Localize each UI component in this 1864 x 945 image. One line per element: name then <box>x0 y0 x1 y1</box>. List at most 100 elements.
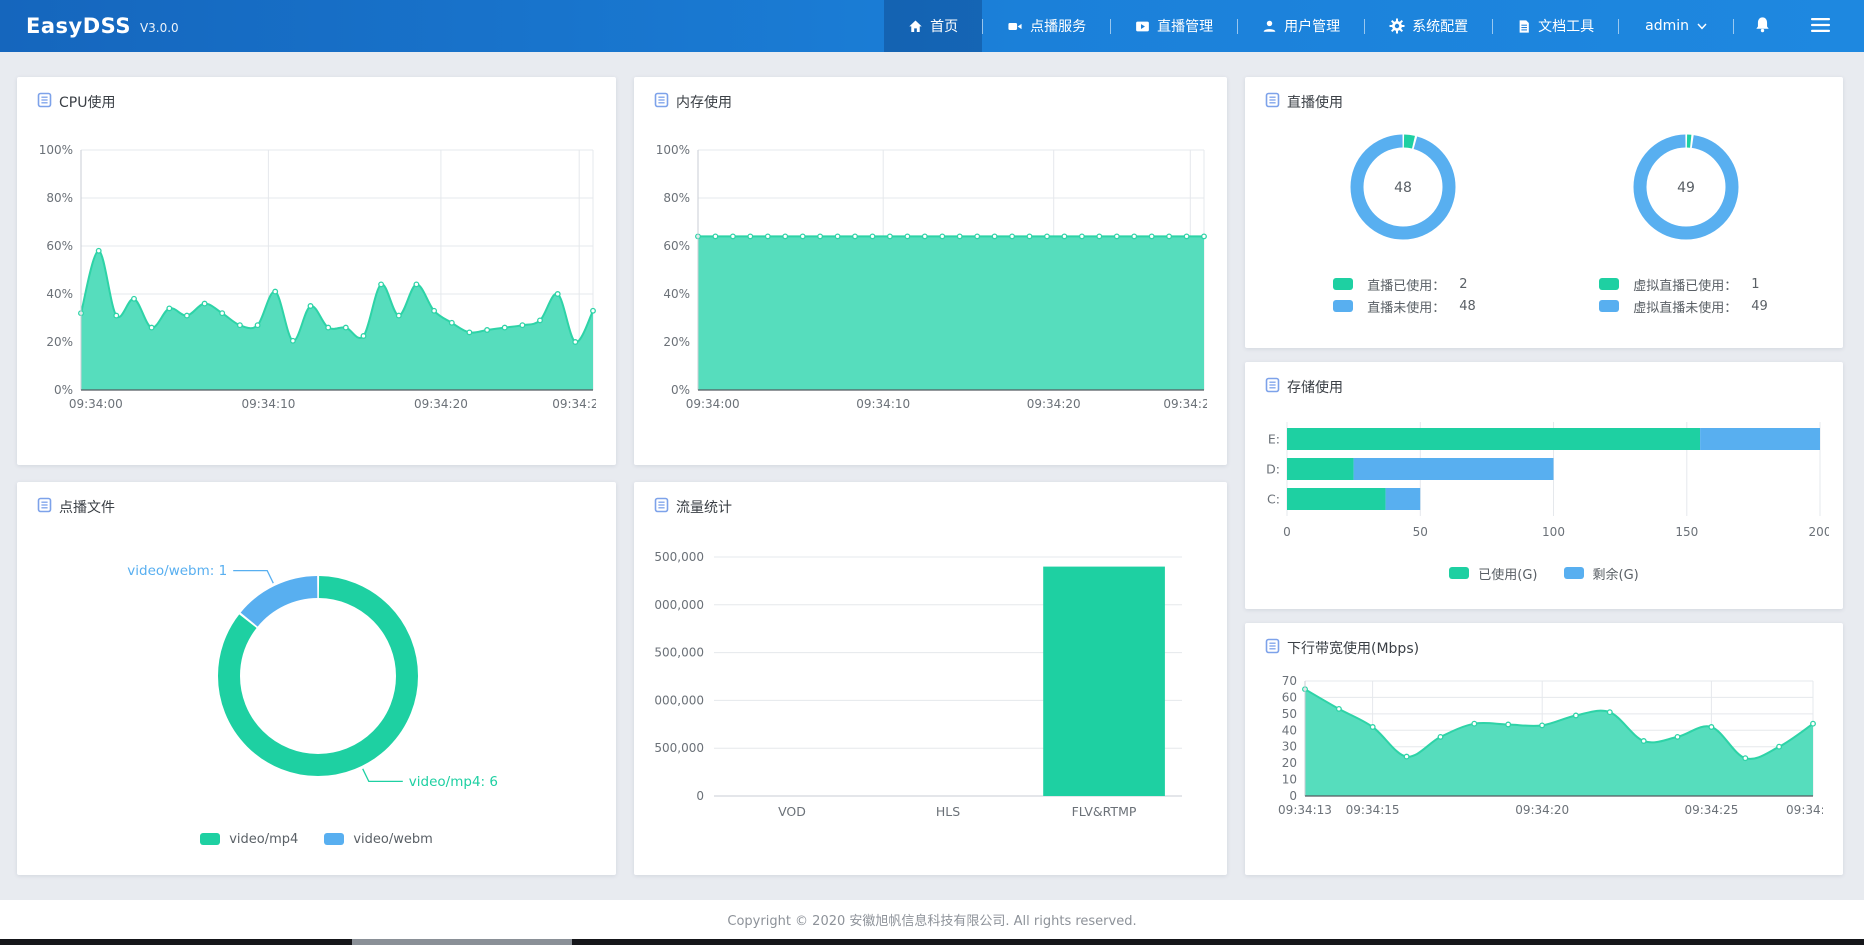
svg-text:video/webm: 1: video/webm: 1 <box>127 563 227 579</box>
legend-item: 虚拟直播未使用： 49 <box>1599 295 1768 317</box>
panel-title-live: 直播使用 <box>1265 93 1823 111</box>
panel-title-text: 流量统计 <box>676 497 732 517</box>
panel-title-memory: 内存使用 <box>654 93 1207 111</box>
memory-usage-panel: 内存使用 0%20%40%60%80%100%09:34:0009:34:100… <box>634 77 1227 465</box>
nav-label: 直播管理 <box>1157 16 1213 36</box>
panel-title-text: 存储使用 <box>1287 377 1343 397</box>
cpu-usage-panel: CPU使用 0%20%40%60%80%100%09:34:0009:34:10… <box>17 77 616 465</box>
copyright-text: Copyright © 2020 安徽旭帆信息科技有限公司. All right… <box>727 910 1136 929</box>
list-doc-icon <box>654 497 669 517</box>
svg-text:50: 50 <box>1413 525 1428 539</box>
legend-swatch <box>1564 567 1584 579</box>
storage-usage-panel: 存储使用 050100150200E:D:C: 已使用(G) 剩余(G) <box>1245 362 1843 609</box>
panel-title-cpu: CPU使用 <box>37 93 596 111</box>
legend-label: 直播已使用： <box>1367 275 1445 294</box>
live-donut-chart: 48 <box>1265 111 1544 261</box>
svg-text:50: 50 <box>1282 707 1297 721</box>
svg-text:09:34:20: 09:34:20 <box>1515 803 1569 817</box>
app-version: V3.0.0 <box>140 21 179 35</box>
list-doc-icon <box>1265 377 1280 397</box>
legend-item: 虚拟直播已使用： 1 <box>1599 273 1768 295</box>
storage-legend: 已使用(G) 剩余(G) <box>1259 562 1829 584</box>
virtual-live-donut-chart: 49 <box>1544 111 1823 261</box>
vod-files-donut-chart: video/mp4: 6video/webm: 1 <box>37 516 596 816</box>
panel-title-traffic: 流量统计 <box>654 498 1207 516</box>
svg-text:0%: 0% <box>54 383 73 397</box>
virtual-live-legend: 虚拟直播已使用： 1 虚拟直播未使用： 49 <box>1599 273 1768 317</box>
svg-text:49: 49 <box>1677 180 1695 196</box>
notifications-button[interactable] <box>1734 0 1791 52</box>
svg-text:30: 30 <box>1282 740 1297 754</box>
legend-value: 2 <box>1459 277 1467 292</box>
legend-item: 直播已使用： 2 <box>1333 273 1476 295</box>
svg-text:500,000: 500,000 <box>654 741 704 755</box>
document-icon <box>1517 19 1531 34</box>
nav-item-vod-service[interactable]: 点播服务 <box>983 0 1110 52</box>
svg-text:D:: D: <box>1266 462 1280 477</box>
legend-label: 已使用(G) <box>1478 564 1537 583</box>
svg-text:70: 70 <box>1282 674 1297 688</box>
svg-text:80%: 80% <box>663 191 690 205</box>
svg-text:40%: 40% <box>663 287 690 301</box>
nav-label: 文档工具 <box>1538 16 1594 36</box>
svg-text:40: 40 <box>1282 723 1297 737</box>
svg-text:1,000,000: 1,000,000 <box>654 693 704 707</box>
legend-swatch <box>1333 300 1353 312</box>
panel-title-text: 点播文件 <box>59 497 115 517</box>
gear-icon <box>1389 18 1405 34</box>
main-nav: 首页 点播服务 直播管理 用户管理 系统配置 文档工具 <box>884 0 1864 52</box>
svg-text:VOD: VOD <box>778 804 806 819</box>
svg-text:1,500,000: 1,500,000 <box>654 646 704 660</box>
nav-item-doc-tools[interactable]: 文档工具 <box>1493 0 1618 52</box>
user-icon <box>1262 19 1277 34</box>
svg-text:150: 150 <box>1675 525 1698 539</box>
svg-text:60%: 60% <box>663 239 690 253</box>
legend-label: video/webm <box>353 832 432 847</box>
svg-text:20%: 20% <box>663 335 690 349</box>
memory-chart: 0%20%40%60%80%100%09:34:0009:34:1009:34:… <box>654 111 1207 423</box>
legend-item: 已使用(G) <box>1449 562 1537 584</box>
storage-bar-chart: 050100150200E:D:C: <box>1259 422 1829 546</box>
svg-text:48: 48 <box>1394 180 1412 196</box>
live-donut-block: 48 直播已使用： 2 直播未使用： 48 <box>1265 111 1544 317</box>
svg-text:200: 200 <box>1809 525 1829 539</box>
svg-text:10: 10 <box>1282 773 1297 787</box>
nav-item-live-manage[interactable]: 直播管理 <box>1111 0 1237 52</box>
nav-item-home[interactable]: 首页 <box>884 0 982 52</box>
svg-text:09:34:10: 09:34:10 <box>241 397 295 411</box>
menu-button[interactable] <box>1791 0 1850 52</box>
brand: EasyDSS V3.0.0 <box>0 0 300 52</box>
nav-item-system-config[interactable]: 系统配置 <box>1365 0 1492 52</box>
list-doc-icon <box>1265 638 1280 658</box>
bandwidth-panel: 下行带宽使用(Mbps) 01020304050607009:34:1309:3… <box>1245 623 1843 875</box>
panel-title-text: 内存使用 <box>676 92 732 112</box>
panel-title-text: 下行带宽使用(Mbps) <box>1287 638 1419 658</box>
svg-text:09:34:15: 09:34:15 <box>1346 803 1400 817</box>
footer: Copyright © 2020 安徽旭帆信息科技有限公司. All right… <box>0 900 1864 939</box>
svg-text:0: 0 <box>1289 789 1297 803</box>
legend-swatch <box>1599 300 1619 312</box>
traffic-bar-chart: 0500,0001,000,0001,500,0002,000,0002,500… <box>654 516 1207 846</box>
svg-text:09:34:20: 09:34:20 <box>1027 397 1081 411</box>
nav-item-user-manage[interactable]: 用户管理 <box>1238 0 1364 52</box>
legend-label: 直播未使用： <box>1367 297 1445 316</box>
cpu-chart: 0%20%40%60%80%100%09:34:0009:34:1009:34:… <box>37 111 596 423</box>
legend-value: 49 <box>1751 299 1768 314</box>
panel-title-storage: 存储使用 <box>1259 378 1829 396</box>
svg-text:09:34:13: 09:34:13 <box>1278 803 1332 817</box>
legend-value: 48 <box>1459 299 1476 314</box>
middle-column: 内存使用 0%20%40%60%80%100%09:34:0009:34:100… <box>634 77 1227 875</box>
dashboard: CPU使用 0%20%40%60%80%100%09:34:0009:34:10… <box>0 52 1864 875</box>
svg-text:60%: 60% <box>46 239 73 253</box>
legend-swatch <box>1599 278 1619 290</box>
hamburger-icon <box>1811 17 1830 36</box>
svg-text:09:34:28: 09:34:28 <box>1163 397 1207 411</box>
panel-title-bandwidth: 下行带宽使用(Mbps) <box>1265 639 1823 657</box>
legend-swatch <box>324 833 344 845</box>
list-doc-icon <box>37 497 52 517</box>
nav-label: 用户管理 <box>1284 16 1340 36</box>
user-menu[interactable]: admin <box>1619 0 1733 52</box>
svg-text:100%: 100% <box>39 143 73 157</box>
svg-text:100: 100 <box>1542 525 1565 539</box>
legend-label: 虚拟直播未使用： <box>1633 297 1737 316</box>
